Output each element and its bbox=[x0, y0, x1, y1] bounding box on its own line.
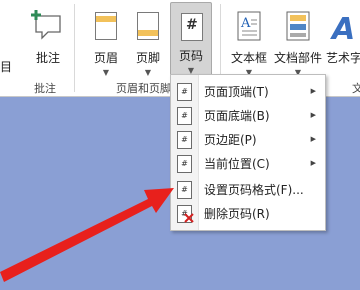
annotation-arrow-icon bbox=[0, 188, 174, 282]
